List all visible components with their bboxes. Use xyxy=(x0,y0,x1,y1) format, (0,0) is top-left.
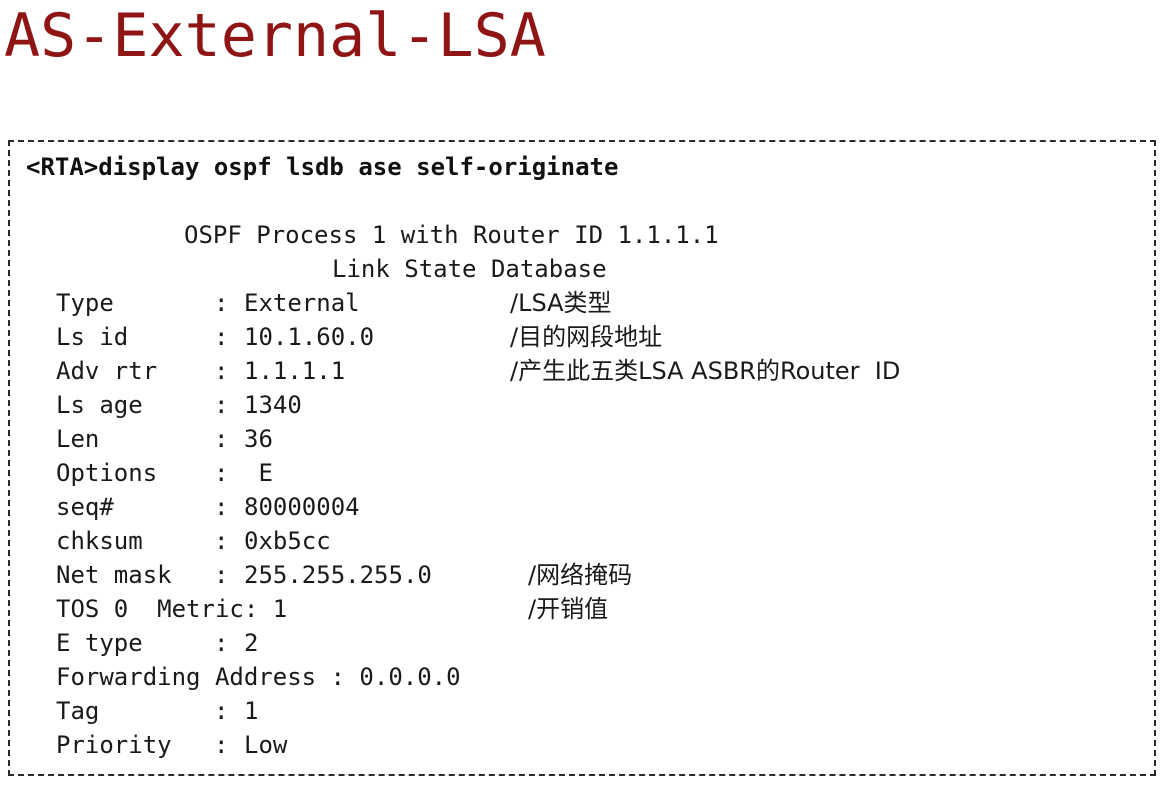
ls-id-value: 10.1.60.0 xyxy=(244,323,375,351)
chksum-value: 0xb5cc xyxy=(244,527,331,555)
priority-colon: : xyxy=(214,731,229,759)
ls-age-value: 1340 xyxy=(244,391,302,419)
net-mask-comment: /网络掩码 xyxy=(528,561,633,589)
net-mask-colon: : xyxy=(214,561,229,589)
tos-metric-line: TOS 0 Metric: 1 xyxy=(56,595,288,623)
priority-value: Low xyxy=(244,731,288,759)
tag-label: Tag xyxy=(56,697,100,725)
options-label: Options xyxy=(56,459,158,487)
ls-id-label: Ls id xyxy=(56,323,129,351)
ls-age-label: Ls age xyxy=(56,391,143,419)
ls-age-colon: : xyxy=(214,391,229,419)
terminal-output-box: <RTA>display ospf lsdb ase self-originat… xyxy=(8,140,1156,776)
adv-rtr-label: Adv rtr xyxy=(56,357,158,385)
len-value: 36 xyxy=(244,425,273,453)
command-line: <RTA>display ospf lsdb ase self-originat… xyxy=(26,153,619,181)
e-type-colon: : xyxy=(214,629,229,657)
database-header: Link State Database xyxy=(332,255,607,283)
type-value: External xyxy=(244,289,360,317)
options-value: E xyxy=(244,459,273,487)
ls-id-colon: : xyxy=(214,323,229,351)
type-comment: /LSA类型 xyxy=(510,289,612,317)
tos-comment: /开销值 xyxy=(528,595,609,623)
seq-value: 80000004 xyxy=(244,493,360,521)
len-label: Len xyxy=(56,425,100,453)
adv-rtr-comment: /产生此五类LSA ASBR的Router ID xyxy=(510,357,901,385)
seq-label: seq# xyxy=(56,493,114,521)
net-mask-value: 255.255.255.0 xyxy=(244,561,432,589)
priority-label: Priority xyxy=(56,731,172,759)
forwarding-address-line: Forwarding Address : 0.0.0.0 xyxy=(56,663,461,691)
type-colon: : xyxy=(214,289,229,317)
seq-colon: : xyxy=(214,493,229,521)
type-label: Type xyxy=(56,289,114,317)
adv-rtr-colon: : xyxy=(214,357,229,385)
options-colon: : xyxy=(214,459,229,487)
slide-title: AS-External-LSA xyxy=(4,1,546,71)
ls-id-comment: /目的网段地址 xyxy=(510,323,663,351)
e-type-label: E type xyxy=(56,629,143,657)
tag-value: 1 xyxy=(244,697,259,725)
chksum-label: chksum xyxy=(56,527,143,555)
process-header: OSPF Process 1 with Router ID 1.1.1.1 xyxy=(184,221,719,249)
chksum-colon: : xyxy=(214,527,229,555)
e-type-value: 2 xyxy=(244,629,259,657)
tag-colon: : xyxy=(214,697,229,725)
net-mask-label: Net mask xyxy=(56,561,172,589)
adv-rtr-value: 1.1.1.1 xyxy=(244,357,346,385)
len-colon: : xyxy=(214,425,229,453)
